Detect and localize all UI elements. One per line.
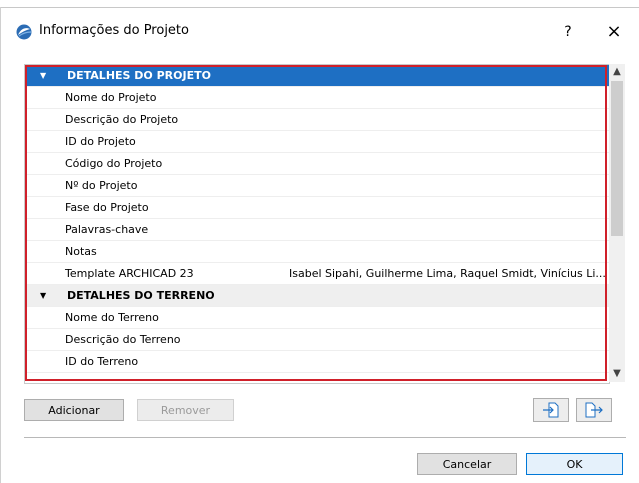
scroll-thumb[interactable] xyxy=(611,81,623,236)
row-label: Template ARCHICAD 23 xyxy=(65,267,194,280)
window-title: Informações do Projeto xyxy=(39,23,189,38)
window-frame-top xyxy=(0,0,639,8)
archicad-logo-icon xyxy=(16,24,32,40)
remove-button[interactable]: Remover xyxy=(137,399,234,421)
property-row[interactable]: Descrição do Projeto xyxy=(25,109,609,131)
cancel-button[interactable]: Cancelar xyxy=(417,453,517,475)
row-label: Palavras-chave xyxy=(65,223,149,236)
collapse-triangle-icon[interactable]: ▼ xyxy=(40,65,46,87)
section-header[interactable]: ▼ DETALHES DO TERRENO xyxy=(25,285,609,307)
scroll-down-icon[interactable]: ▼ xyxy=(609,366,625,382)
window-frame-left xyxy=(0,7,1,483)
row-label: Nº do Projeto xyxy=(65,179,138,192)
property-row[interactable]: Fase do Projeto xyxy=(25,197,609,219)
property-row[interactable]: Nome do Terreno xyxy=(25,307,609,329)
collapse-triangle-icon[interactable]: ▼ xyxy=(40,285,46,307)
row-label: Código do Projeto xyxy=(65,157,163,170)
project-info-grid[interactable]: ▼ DETALHES DO PROJETO Nome do Projeto Descr… xyxy=(24,64,610,384)
property-row[interactable]: Nome do Projeto xyxy=(25,87,609,109)
ok-button[interactable]: OK xyxy=(526,453,623,475)
row-label: Nome do Projeto xyxy=(65,91,157,104)
help-button[interactable]: ? xyxy=(556,20,580,44)
row-label: DETALHES DO PROJETO xyxy=(67,69,211,82)
row-label: Fase do Projeto xyxy=(65,201,149,214)
section-header[interactable]: ▼ DETALHES DO PROJETO xyxy=(25,65,609,87)
row-label: Notas xyxy=(65,245,97,258)
import-button[interactable] xyxy=(533,398,569,422)
property-row[interactable]: Template ARCHICAD 23 Isabel Sipahi, Guilh… xyxy=(25,263,609,285)
property-row[interactable]: ID do Projeto xyxy=(25,131,609,153)
property-row[interactable]: Descrição do Terreno xyxy=(25,329,609,351)
row-label: ID do Terreno xyxy=(65,355,139,368)
property-row[interactable]: ID do Terreno xyxy=(25,351,609,373)
row-value[interactable]: Isabel Sipahi, Guilherme Lima, Raquel Sm… xyxy=(289,263,606,285)
close-button[interactable]: × xyxy=(602,20,626,44)
row-label: Descrição do Projeto xyxy=(65,113,179,126)
property-row[interactable]: Código do Projeto xyxy=(25,153,609,175)
import-file-icon xyxy=(534,402,568,424)
row-label: DETALHES DO TERRENO xyxy=(67,289,215,302)
property-row[interactable]: Nº do Projeto xyxy=(25,175,609,197)
property-row[interactable]: Notas xyxy=(25,241,609,263)
row-label: ID do Projeto xyxy=(65,135,136,148)
row-label: Nome do Terreno xyxy=(65,311,159,324)
vertical-scrollbar[interactable]: ▲ ▼ xyxy=(609,64,625,382)
footer-divider xyxy=(24,437,626,438)
add-button[interactable]: Adicionar xyxy=(24,399,124,421)
row-label: Descrição do Terreno xyxy=(65,333,181,346)
property-row[interactable]: Palavras-chave xyxy=(25,219,609,241)
scroll-up-icon[interactable]: ▲ xyxy=(609,64,625,80)
title-bar: Informações do Projeto ? × xyxy=(1,8,639,52)
export-file-icon xyxy=(577,402,611,424)
export-button[interactable] xyxy=(576,398,612,422)
